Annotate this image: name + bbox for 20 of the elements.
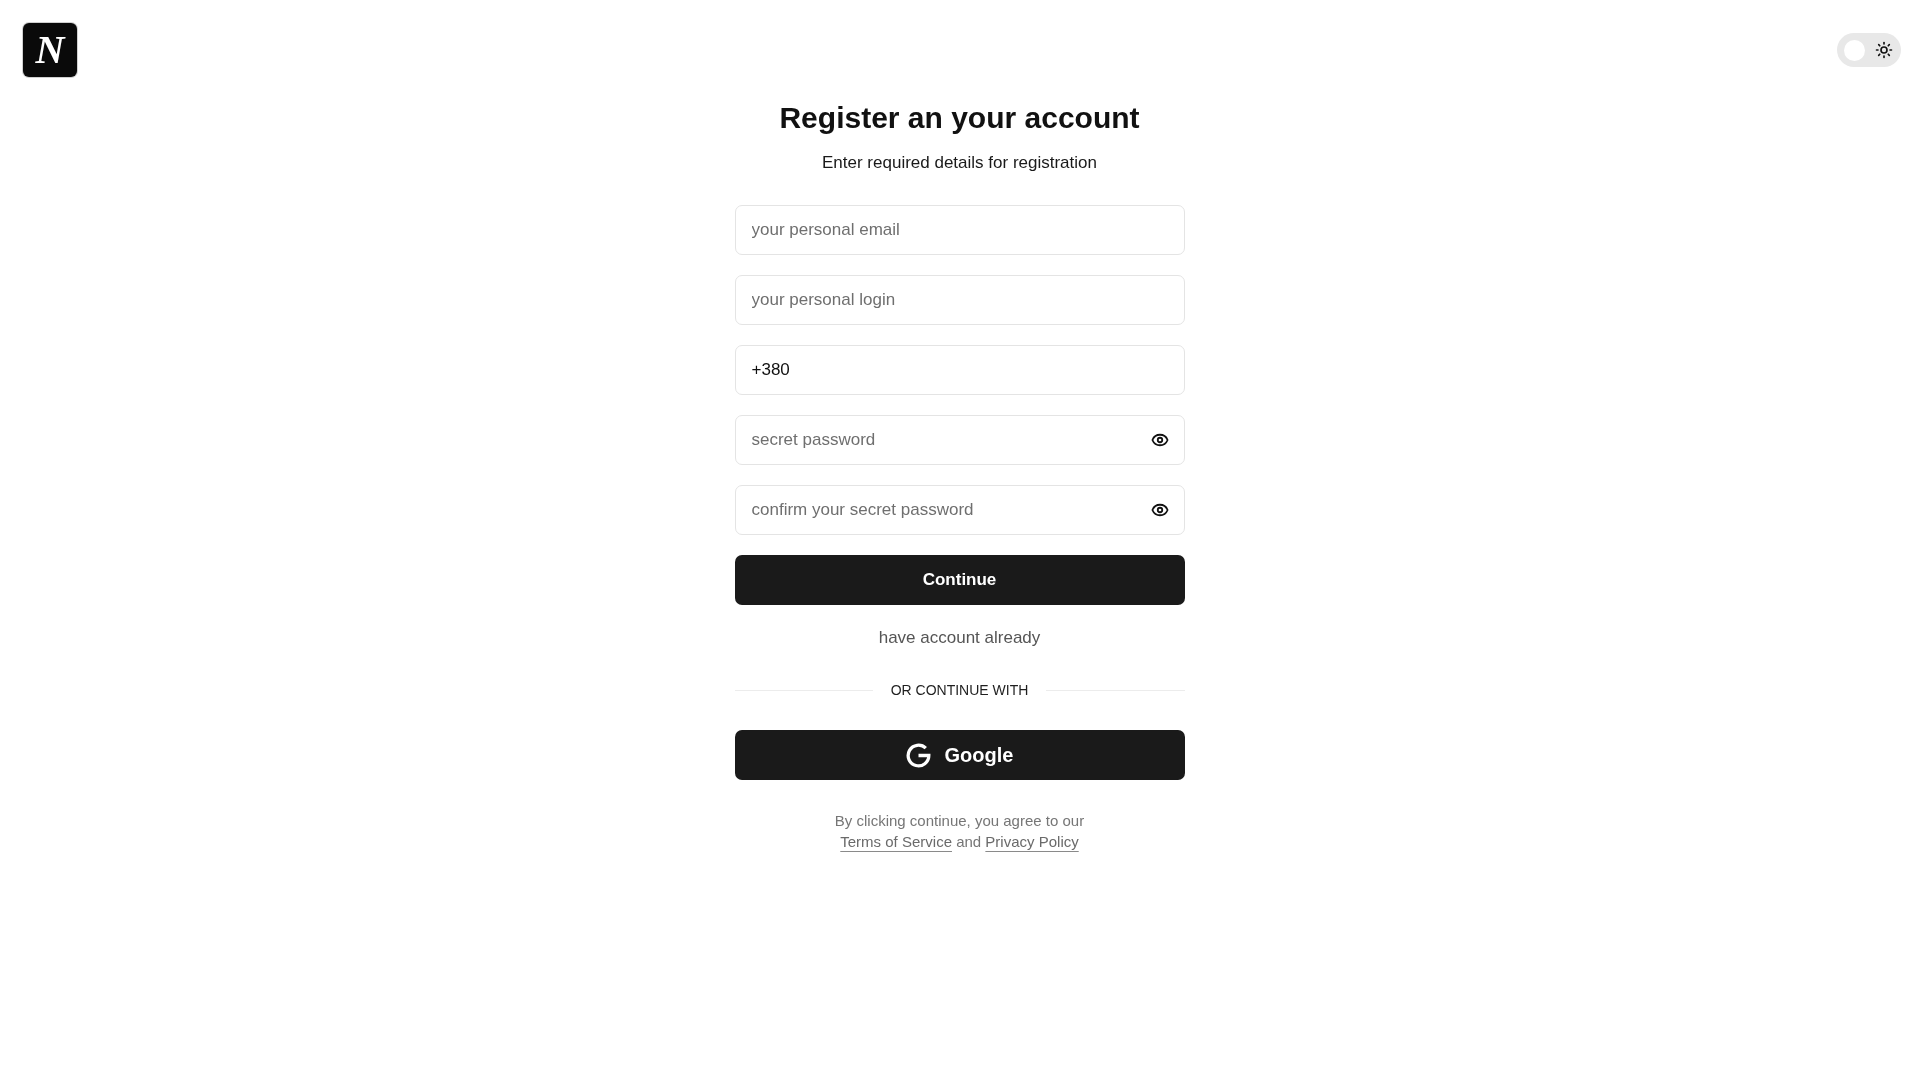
theme-toggle[interactable]: [1837, 33, 1901, 67]
input-field[interactable]: +380: [734, 345, 1185, 395]
page-title: Register an your account: [779, 100, 1140, 136]
divider-label: OR CONTINUE WITH: [890, 681, 1029, 699]
eye-icon[interactable]: [1150, 431, 1169, 449]
login-link[interactable]: have account already: [878, 627, 1041, 649]
password-field[interactable]: confirm your secret password: [734, 485, 1185, 535]
google-button[interactable]: Google: [734, 730, 1185, 780]
input-field[interactable]: your personal email: [734, 205, 1185, 255]
eye-icon[interactable]: [1150, 501, 1169, 519]
terms-notice: By clicking continue, you agree to our Terms of Service and Privacy Policy: [833, 811, 1086, 852]
password-field[interactable]: secret password: [734, 415, 1185, 465]
google-icon: [905, 742, 931, 768]
privacy-link[interactable]: Privacy Policy: [985, 833, 1079, 850]
page-subtitle: Enter required details for registration: [822, 152, 1097, 174]
sun-icon: [1875, 41, 1893, 59]
app-logo[interactable]: N: [23, 23, 77, 77]
terms-link[interactable]: Terms of Service: [840, 833, 952, 850]
input-field[interactable]: your personal login: [734, 275, 1185, 325]
continue-button[interactable]: Continue: [734, 555, 1185, 605]
